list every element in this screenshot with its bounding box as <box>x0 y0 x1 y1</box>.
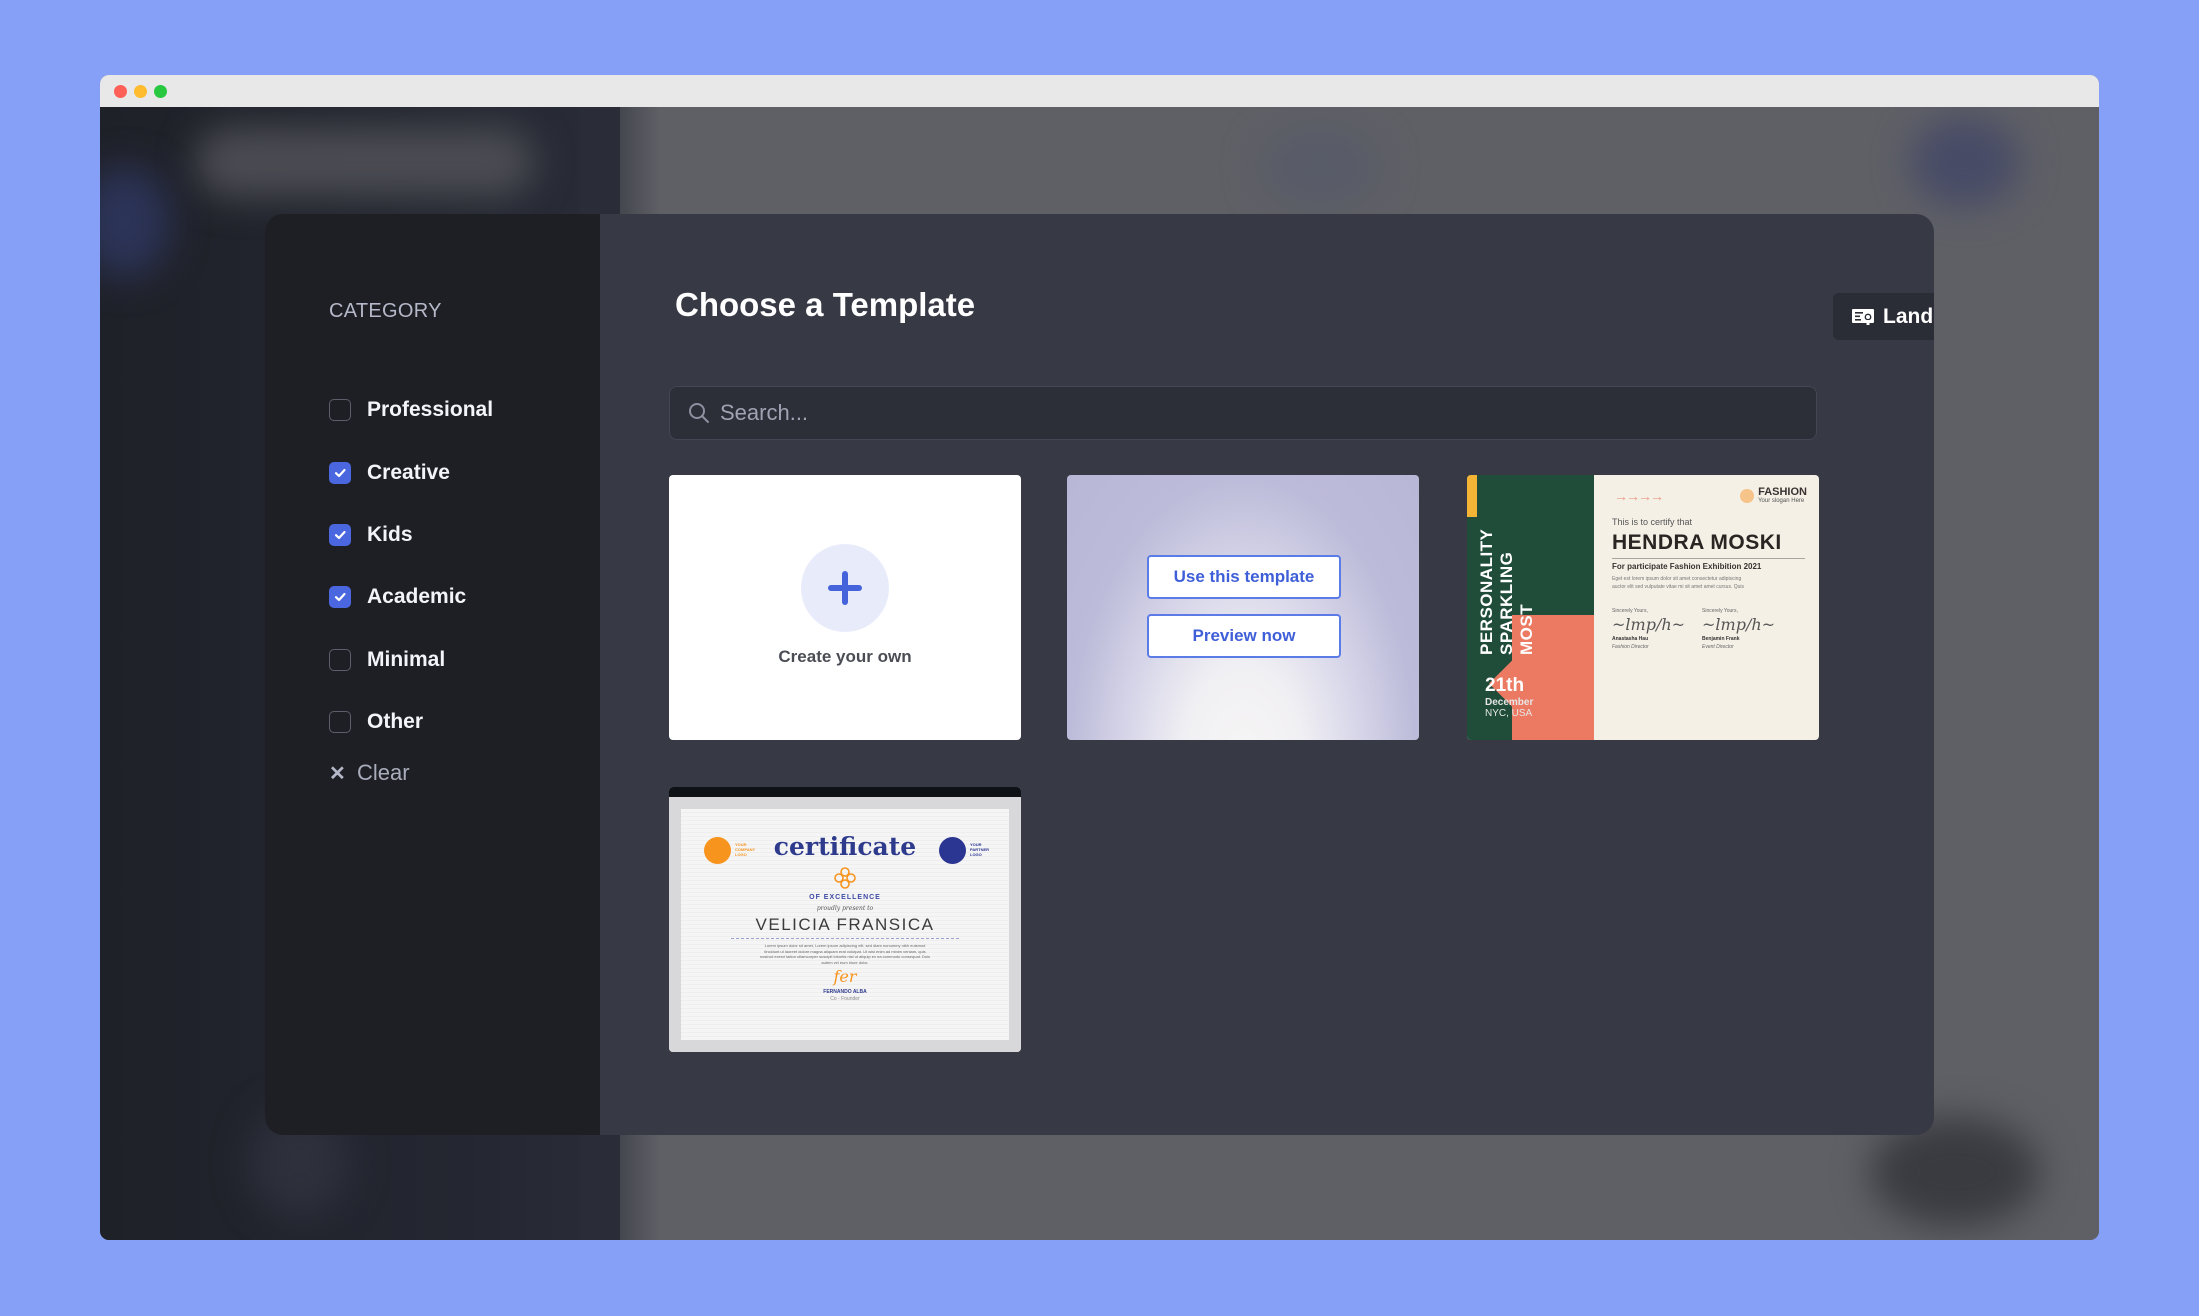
category-kids[interactable]: Kids <box>329 504 493 566</box>
ornament-icon <box>834 867 856 889</box>
signature: ~lmp/h~ <box>1612 615 1686 634</box>
category-other[interactable]: Other <box>329 691 493 753</box>
template-card-fashion[interactable]: PERSONALITY SPARKLING MOST 21th December… <box>1467 475 1819 740</box>
orientation-toggle: Landscape Portrait <box>1833 293 1934 340</box>
certificate-subtitle: OF EXCELLENCE <box>809 894 881 901</box>
signer-role: Fashion Director <box>1612 644 1649 650</box>
event-date: 21th <box>1485 675 1525 696</box>
signer-block: FERNANDO ALBA Co - Founder <box>669 989 1021 1003</box>
landscape-tab[interactable]: Landscape <box>1833 293 1934 340</box>
category-minimal[interactable]: Minimal <box>329 629 493 691</box>
app-window: CATEGORY Professional Creative Kids Acad… <box>100 75 2099 1240</box>
category-label: Other <box>367 710 424 734</box>
category-academic[interactable]: Academic <box>329 566 493 628</box>
body-text: Lorem ipsum dolor sit amet, Lorem ipsum … <box>759 943 931 965</box>
category-label: Kids <box>367 522 413 546</box>
checkbox-checked[interactable] <box>329 586 351 609</box>
create-your-own-label: Create your own <box>778 647 912 666</box>
signature-block: Sincerely Yours, ~lmp/h~ Anastasha Hau F… <box>1612 607 1686 651</box>
category-professional[interactable]: Professional <box>329 379 493 441</box>
arrow-decoration: →→→→ <box>1614 488 1664 504</box>
blurred-shape <box>1260 127 1380 207</box>
side-title-line: MOST <box>1517 603 1536 655</box>
clear-filters-button[interactable]: ✕ Clear <box>329 760 410 786</box>
divider <box>1612 558 1805 559</box>
checkbox-unchecked[interactable] <box>329 711 351 734</box>
yellow-accent <box>1467 475 1477 517</box>
presented-text: proudly present to <box>816 905 874 912</box>
brand-name: FASHION <box>1758 486 1807 498</box>
fashion-logo: FASHION Your slogan Here <box>1740 487 1807 505</box>
category-heading: CATEGORY <box>329 300 442 322</box>
search-box <box>669 386 1817 440</box>
template-card-excellence[interactable]: YOUR COMPANY LOGO YOUR PARTNER LOGO cert… <box>669 787 1021 1052</box>
recipient-name: VELICIA FRANSICA <box>755 915 935 934</box>
maximize-window-button[interactable] <box>154 85 167 98</box>
signer-role: Event Director <box>1702 644 1734 650</box>
close-window-button[interactable] <box>114 85 127 98</box>
side-title-line: SPARKLING <box>1497 551 1516 655</box>
signer-role: Co - Founder <box>830 996 860 1002</box>
divider <box>731 938 959 939</box>
landscape-certificate-icon <box>1852 308 1874 325</box>
side-title-line: PERSONALITY <box>1477 528 1496 655</box>
checkmark-icon <box>334 530 346 540</box>
certify-text: This is to certify that <box>1612 517 1693 527</box>
search-input[interactable] <box>718 399 1816 427</box>
choose-template-modal: CATEGORY Professional Creative Kids Acad… <box>265 214 1934 1135</box>
minimize-window-button[interactable] <box>134 85 147 98</box>
checkbox-checked[interactable] <box>329 461 351 484</box>
use-template-button[interactable]: Use this template <box>1147 555 1341 599</box>
signer-name: FERNANDO ALBA <box>823 989 867 995</box>
close-x-icon: ✕ <box>329 762 346 785</box>
signature-block: Sincerely Yours, ~lmp/h~ Benjamin Frank … <box>1702 607 1776 651</box>
card-top-bar <box>669 787 1021 797</box>
category-label: Creative <box>367 460 450 484</box>
closing: Sincerely Yours, <box>1702 608 1738 614</box>
event-month: December <box>1485 697 1534 708</box>
checkbox-checked[interactable] <box>329 523 351 546</box>
template-browser: Choose a Template Landscape <box>600 214 1934 1135</box>
category-list: Professional Creative Kids Academic Mini… <box>329 379 493 753</box>
brand-slogan: Your slogan Here <box>1758 498 1805 504</box>
closing: Sincerely Yours, <box>1612 608 1648 614</box>
category-creative[interactable]: Creative <box>329 441 493 503</box>
search-icon <box>689 403 709 423</box>
signer-name: Benjamin Frank <box>1702 636 1740 642</box>
fashion-side-panel: PERSONALITY SPARKLING MOST 21th December… <box>1467 475 1594 740</box>
category-label: Academic <box>367 585 467 609</box>
event-info: December NYC, USA <box>1485 697 1533 719</box>
add-template-button[interactable] <box>801 544 889 632</box>
signature: fer <box>833 967 857 986</box>
certificate-title: certificate <box>773 832 917 861</box>
signer-name: Anastasha Hau <box>1612 636 1649 642</box>
signature: ~lmp/h~ <box>1702 615 1776 634</box>
checkbox-unchecked[interactable] <box>329 648 351 671</box>
page-title: Choose a Template <box>675 286 976 323</box>
category-label: Professional <box>367 398 494 422</box>
body-text: Eget est lorem ipsum dolor sit amet cons… <box>1612 576 1744 590</box>
clear-label: Clear <box>357 760 410 785</box>
create-your-own-card[interactable]: Create your own <box>669 475 1021 740</box>
blurred-button <box>1910 117 2020 207</box>
sun-logo-icon <box>1740 489 1755 503</box>
plus-icon <box>828 571 862 605</box>
checkmark-icon <box>334 593 346 602</box>
window-titlebar <box>100 75 2099 107</box>
blurred-header-bar <box>195 127 535 197</box>
award-reason: For participate Fashion Exhibition 2021 <box>1612 562 1762 571</box>
recipient-name: HENDRA MOSKI <box>1612 531 1782 554</box>
fashion-body: →→→→ FASHION Your slogan Here This is to… <box>1594 475 1819 740</box>
landscape-label: Landscape <box>1883 304 1934 328</box>
category-label: Minimal <box>367 647 446 671</box>
preview-template-button[interactable]: Preview now <box>1147 614 1341 658</box>
side-title: PERSONALITY SPARKLING MOST <box>1477 529 1537 655</box>
checkmark-icon <box>334 468 346 477</box>
category-sidebar: CATEGORY Professional Creative Kids Acad… <box>265 214 600 1135</box>
template-card-hovered[interactable]: Use this template Preview now <box>1067 475 1419 740</box>
event-location: NYC, USA <box>1485 708 1533 719</box>
checkbox-unchecked[interactable] <box>329 399 351 422</box>
